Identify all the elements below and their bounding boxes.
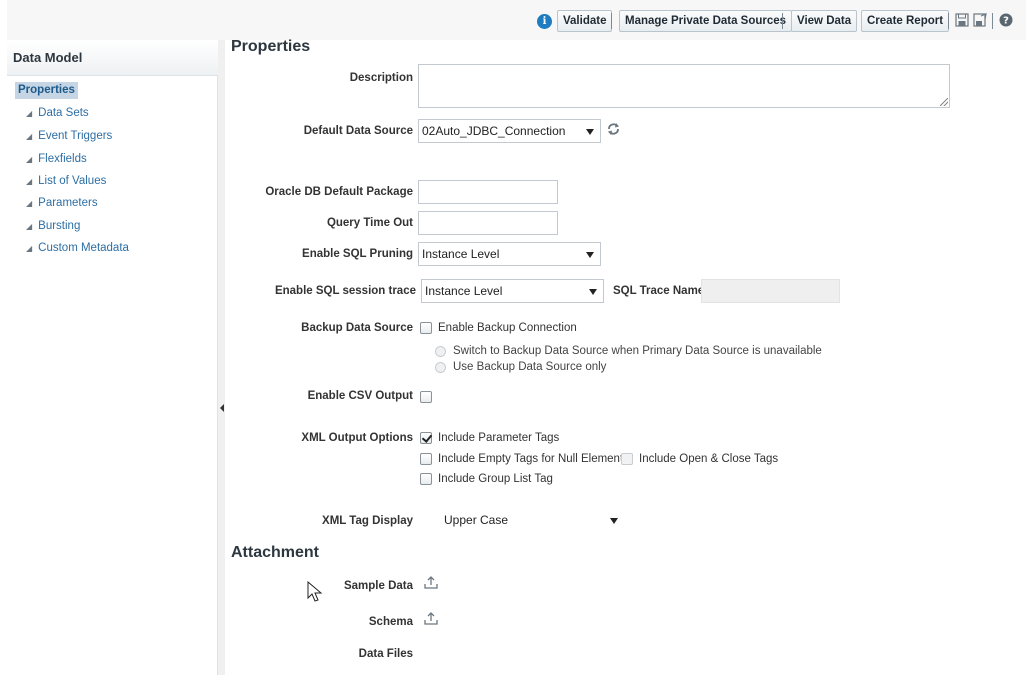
expand-triangle-icon: ◢ xyxy=(26,132,33,141)
expand-triangle-icon: ◢ xyxy=(26,199,33,208)
toolbar-separator xyxy=(611,13,612,29)
expand-triangle-icon: ◢ xyxy=(26,222,33,231)
upload-icon[interactable] xyxy=(424,576,438,590)
switch-to-backup-radio[interactable] xyxy=(435,346,446,357)
default-data-source-select[interactable]: 02Auto_JDBC_Connection xyxy=(418,119,601,143)
resize-handle-icon[interactable] xyxy=(940,98,948,106)
expand-triangle-icon: ◢ xyxy=(26,177,33,186)
sidebar-item-properties[interactable]: Properties xyxy=(15,82,78,99)
create-report-button[interactable]: Create Report xyxy=(861,10,950,32)
use-backup-only-label: Use Backup Data Source only xyxy=(453,361,607,373)
info-icon[interactable]: i xyxy=(537,14,552,29)
dropdown-arrow-icon xyxy=(586,252,594,258)
description-label: Description xyxy=(349,72,413,84)
enable-csv-output-checkbox[interactable] xyxy=(420,391,432,403)
sidebar-item-label: Data Sets xyxy=(38,107,89,119)
include-parameter-tags-checkbox[interactable] xyxy=(420,432,432,444)
include-open-close-tags-checkbox[interactable] xyxy=(621,453,633,465)
sidebar-item-label: Custom Metadata xyxy=(38,242,129,254)
enable-sql-pruning-label: Enable SQL Pruning xyxy=(302,248,413,260)
collapse-arrow-icon[interactable] xyxy=(220,404,224,412)
enable-sql-session-trace-select[interactable]: Instance Level xyxy=(421,279,604,303)
view-data-button[interactable]: View Data xyxy=(791,10,858,32)
enable-sql-pruning-select[interactable]: Instance Level xyxy=(418,242,601,266)
sidebar-item-event-triggers[interactable]: ◢ Event Triggers xyxy=(26,127,112,145)
sidebar-item-label: Bursting xyxy=(38,220,81,232)
panel-splitter[interactable] xyxy=(218,40,225,675)
sidebar-item-bursting[interactable]: ◢ Bursting xyxy=(26,217,80,235)
dropdown-arrow-icon xyxy=(610,518,618,524)
attachment-heading: Attachment xyxy=(231,544,320,561)
enable-sql-pruning-value: Instance Level xyxy=(422,247,500,261)
dropdown-arrow-icon xyxy=(586,129,594,135)
enable-sql-session-trace-label: Enable SQL session trace xyxy=(274,285,416,297)
sql-trace-name-input[interactable] xyxy=(701,279,840,303)
toolbar-separator xyxy=(948,13,949,29)
xml-output-options-label: XML Output Options xyxy=(301,432,413,444)
mouse-cursor-icon xyxy=(307,581,323,602)
switch-to-backup-label: Switch to Backup Data Source when Primar… xyxy=(453,345,822,357)
toolbar: i Validate Manage Private Data Sources V… xyxy=(0,8,1019,36)
sql-trace-name-label: SQL Trace Name xyxy=(613,285,705,297)
save-icon[interactable] xyxy=(955,13,969,27)
include-empty-tags-checkbox[interactable] xyxy=(420,453,432,465)
sidebar-item-list-of-values[interactable]: ◢ List of Values xyxy=(26,172,106,190)
sidebar-title: Data Model xyxy=(7,40,218,76)
upload-icon[interactable] xyxy=(424,612,438,626)
sidebar: Data Model Properties ◢ Data Sets ◢ Event … xyxy=(7,40,218,675)
xml-tag-display-value: Upper Case xyxy=(444,513,509,527)
data-files-label: Data Files xyxy=(358,648,413,660)
toolbar-separator xyxy=(782,13,783,29)
description-field[interactable] xyxy=(418,64,950,108)
sidebar-item-flexfields[interactable]: ◢ Flexfields xyxy=(26,150,87,168)
toolbar-separator xyxy=(992,13,993,29)
sidebar-item-parameters[interactable]: ◢ Parameters xyxy=(26,194,98,212)
include-open-close-tags-label: Include Open & Close Tags xyxy=(639,453,779,465)
include-group-list-tag-label: Include Group List Tag xyxy=(438,473,553,485)
page-title: Properties xyxy=(231,38,311,55)
svg-text:?: ? xyxy=(1003,16,1009,27)
include-group-list-tag-checkbox[interactable] xyxy=(420,473,432,485)
help-icon[interactable]: ? xyxy=(999,13,1013,27)
enable-sql-session-trace-value: Instance Level xyxy=(425,284,503,298)
xml-tag-display-label: XML Tag Display xyxy=(322,515,413,527)
oracle-db-default-package-input[interactable] xyxy=(418,180,558,204)
sidebar-item-label: Event Triggers xyxy=(38,130,113,142)
query-time-out-label: Query Time Out xyxy=(326,217,413,229)
validate-button[interactable]: Validate xyxy=(557,10,613,32)
include-parameter-tags-label: Include Parameter Tags xyxy=(438,432,560,444)
oracle-db-default-package-label: Oracle DB Default Package xyxy=(265,186,413,198)
refresh-icon[interactable] xyxy=(606,122,621,136)
xml-tag-display-select[interactable]: Upper Case xyxy=(441,509,624,533)
expand-triangle-icon: ◢ xyxy=(26,155,33,164)
expand-triangle-icon: ◢ xyxy=(26,109,33,118)
include-empty-tags-label: Include Empty Tags for Null Elements xyxy=(438,453,629,465)
query-time-out-input[interactable] xyxy=(418,211,558,235)
default-data-source-label: Default Data Source xyxy=(303,125,413,137)
sidebar-item-data-sets[interactable]: ◢ Data Sets xyxy=(26,104,89,122)
enable-backup-connection-checkbox[interactable] xyxy=(420,322,432,334)
dropdown-arrow-icon xyxy=(589,289,597,295)
default-data-source-value: 02Auto_JDBC_Connection xyxy=(422,124,566,138)
enable-csv-output-label: Enable CSV Output xyxy=(307,390,413,402)
sidebar-item-label: Parameters xyxy=(38,197,98,209)
manage-private-data-sources-button[interactable]: Manage Private Data Sources xyxy=(619,10,793,32)
sample-data-label: Sample Data xyxy=(343,580,413,592)
sidebar-item-label: Flexfields xyxy=(38,153,87,165)
use-backup-only-radio[interactable] xyxy=(435,362,446,373)
sidebar-item-label: List of Values xyxy=(38,175,107,187)
expand-triangle-icon: ◢ xyxy=(26,244,33,253)
save-as-icon[interactable] xyxy=(973,13,987,27)
schema-label: Schema xyxy=(368,616,413,628)
sidebar-item-custom-metadata[interactable]: ◢ Custom Metadata xyxy=(26,239,129,257)
backup-data-source-label: Backup Data Source xyxy=(301,322,413,334)
enable-backup-connection-label: Enable Backup Connection xyxy=(438,322,577,334)
